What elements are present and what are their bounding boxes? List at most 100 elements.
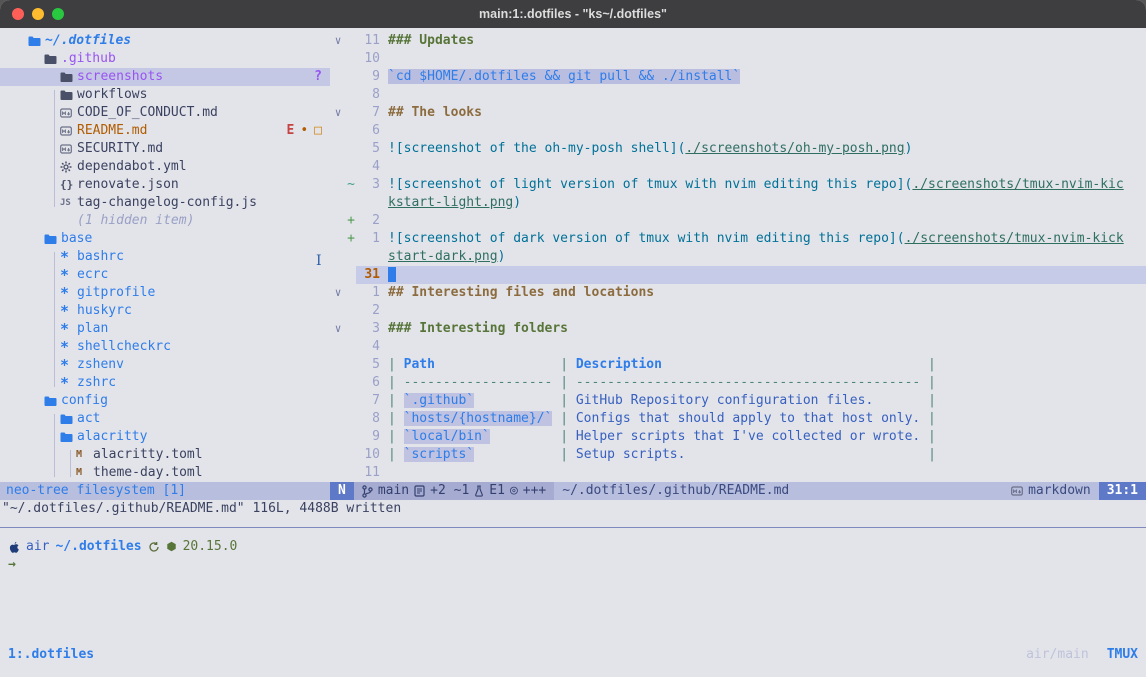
editor-line[interactable]: 6 (330, 122, 1146, 140)
sign-column (346, 158, 356, 176)
tree-item-act[interactable]: act (0, 410, 330, 428)
editor-line[interactable]: 11 (330, 464, 1146, 482)
editor-line[interactable]: 9| `local/bin` | Helper scripts that I'v… (330, 428, 1146, 446)
tree-item-alacritty[interactable]: alacritty (0, 428, 330, 446)
tree-item-screenshots[interactable]: screenshots? (0, 68, 330, 86)
tree-item-code-of-conduct-md[interactable]: CODE_OF_CONDUCT.md (0, 104, 330, 122)
text-cursor (388, 267, 396, 282)
editor-line[interactable]: 9`cd $HOME/.dotfiles && git pull && ./in… (330, 68, 1146, 86)
line-text: ## Interesting files and locations (380, 284, 1146, 302)
fold-column (330, 356, 346, 374)
fold-chevron-icon[interactable]: ∨ (330, 104, 346, 122)
indent-guide (54, 252, 55, 387)
tree-item-security-md[interactable]: SECURITY.md (0, 140, 330, 158)
syntax-cell: Setup scripts. (576, 447, 686, 462)
tree-item-renovate-json[interactable]: {}renovate.json (0, 176, 330, 194)
line-text (380, 302, 1146, 320)
editor-line[interactable]: 5| Path | Description | (330, 356, 1146, 374)
tree-item-plan[interactable]: *plan (0, 320, 330, 338)
editor-line[interactable]: 4 (330, 338, 1146, 356)
tree-item-readme-md[interactable]: README.mdE•□ (0, 122, 330, 140)
editor-line[interactable]: ∨1## Interesting files and locations (330, 284, 1146, 302)
tree-item-dotfiles[interactable]: ~/.dotfiles (0, 32, 330, 50)
syntax-h2: ## Interesting files and locations (388, 285, 654, 300)
editor-line[interactable]: 10 (330, 50, 1146, 68)
tree-item-shellcheckrc[interactable]: *shellcheckrc (0, 338, 330, 356)
syntax-cell: GitHub Repository configuration files. (576, 393, 873, 408)
cmdline-message: "~/.dotfiles/.github/README.md" 116L, 44… (0, 500, 1146, 518)
tree-item-tag-changelog-config-js[interactable]: JStag-changelog-config.js (0, 194, 330, 212)
tree-item-base[interactable]: base (0, 230, 330, 248)
tmux-status-bar: 1:.dotfiles air/main TMUX (0, 646, 1146, 663)
tmux-window-item[interactable]: 1:.dotfiles (0, 646, 94, 663)
editor-line[interactable]: ∨11### Updates (330, 32, 1146, 50)
mode-indicator: N (330, 482, 354, 500)
editor-line[interactable]: +1![screenshot of dark version of tmux w… (330, 230, 1146, 248)
fold-column (330, 248, 346, 266)
tree-item-config[interactable]: config (0, 392, 330, 410)
fold-chevron-icon[interactable]: ∨ (330, 32, 346, 50)
syntax-url: ./screenshots/tmux-nvim-kick (905, 231, 1124, 246)
syntax-plain (435, 357, 552, 372)
tree-item-huskyrc[interactable]: *huskyrc (0, 302, 330, 320)
editor-line[interactable]: 6| ------------------- | ---------------… (330, 374, 1146, 392)
editor-line[interactable]: 2 (330, 302, 1146, 320)
editor-buffer: ∨11### Updates109`cd $HOME/.dotfiles && … (330, 32, 1146, 482)
tree-item-theme-day-toml[interactable]: Mtheme-day.toml (0, 464, 330, 482)
tree-item-gitprofile[interactable]: *gitprofile (0, 284, 330, 302)
status-badges: ? (314, 68, 322, 86)
line-text: ### Updates (380, 32, 1146, 50)
syntax-md: ![screenshot of dark version of tmux wit… (388, 231, 905, 246)
line-text: ![screenshot of light version of tmux wi… (380, 176, 1146, 194)
fold-chevron-icon[interactable]: ∨ (330, 284, 346, 302)
fold-column (330, 230, 346, 248)
tree-item-github[interactable]: .github (0, 50, 330, 68)
toml-icon: M (76, 464, 93, 482)
tree-item-ecrc[interactable]: *ecrc (0, 266, 330, 284)
editor-line[interactable]: ∨3### Interesting folders (330, 320, 1146, 338)
fold-column (330, 158, 346, 176)
fold-chevron-icon[interactable]: ∨ (330, 320, 346, 338)
tree-item-label: plan (77, 320, 108, 338)
fold-column (330, 428, 346, 446)
tree-item-alacritty-toml[interactable]: Malacritty.toml (0, 446, 330, 464)
tree-item-bashrc[interactable]: *bashrc (0, 248, 330, 266)
line-number: 7 (356, 104, 380, 122)
fold-column (330, 302, 346, 320)
sign-column (346, 428, 356, 446)
editor-line[interactable]: kstart-light.png) (330, 194, 1146, 212)
tree-item-zshrc[interactable]: *zshrc (0, 374, 330, 392)
line-number: 9 (356, 428, 380, 446)
tmux-badge: TMUX (1107, 646, 1138, 663)
status-badge: □ (314, 122, 322, 140)
editor-line[interactable]: 31 (330, 266, 1146, 284)
editor-line[interactable]: +2 (330, 212, 1146, 230)
tree-item-1-hidden-item[interactable]: (1 hidden item) (0, 212, 330, 230)
sign-column (346, 104, 356, 122)
line-text: kstart-light.png) (380, 194, 1146, 212)
editor-line[interactable]: 10| `scripts` | Setup scripts. | (330, 446, 1146, 464)
editor-line[interactable]: 5![screenshot of the oh-my-posh shell](.… (330, 140, 1146, 158)
tree-item-workflows[interactable]: workflows (0, 86, 330, 104)
tree-item-zshenv[interactable]: *zshenv (0, 356, 330, 374)
prompt-arrow[interactable]: → (8, 556, 16, 574)
tree-item-label: .github (61, 50, 116, 68)
line-number: 9 (356, 68, 380, 86)
tree-item-label: tag-changelog-config.js (77, 194, 257, 212)
pane-divider[interactable] (0, 527, 1146, 528)
editor-line[interactable]: 7| `.github` | GitHub Repository configu… (330, 392, 1146, 410)
tree-item-dependabot-yml[interactable]: dependabot.yml (0, 158, 330, 176)
sign-column (346, 194, 356, 212)
editor-line[interactable]: ∨7## The looks (330, 104, 1146, 122)
editor-line[interactable]: 4 (330, 158, 1146, 176)
tree-item-label: workflows (77, 86, 147, 104)
line-number: 3 (356, 176, 380, 194)
tmux-session-name: air/main (1026, 646, 1089, 663)
editor-line[interactable]: 8 (330, 86, 1146, 104)
editor-line[interactable]: ~3![screenshot of light version of tmux … (330, 176, 1146, 194)
line-text: | Path | Description | (380, 356, 1146, 374)
editor-line[interactable]: start-dark.png) (330, 248, 1146, 266)
editor-line[interactable]: 8| `hosts/{hostname}/` | Configs that sh… (330, 410, 1146, 428)
syntax-code: `local/bin` (404, 429, 490, 444)
sign-column (346, 392, 356, 410)
